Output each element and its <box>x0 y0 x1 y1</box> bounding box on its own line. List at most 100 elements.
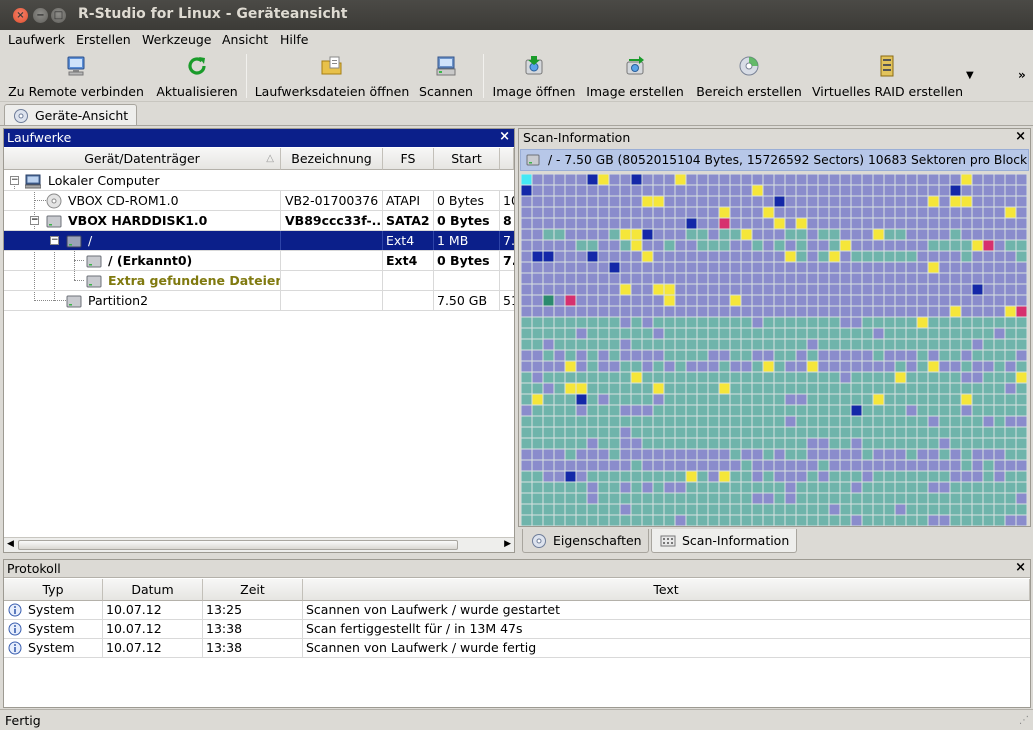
scan-block <box>972 460 983 471</box>
scan-block <box>543 460 554 471</box>
scan-block <box>994 460 1005 471</box>
scan-block <box>994 174 1005 185</box>
scan-block <box>598 251 609 262</box>
scan-block <box>818 350 829 361</box>
scan-block <box>543 273 554 284</box>
column-header-fs[interactable]: FS <box>383 148 434 170</box>
scan-block <box>928 207 939 218</box>
scan-block <box>983 460 994 471</box>
drive-row-harddisk[interactable]: − VBOX HARDDISK1.0 VB89ccc33f-... SATA2 … <box>4 211 514 231</box>
scan-block-map[interactable] <box>521 174 1029 527</box>
create-image-button[interactable]: Image erstellen <box>584 54 686 100</box>
scan-block <box>675 482 686 493</box>
scan-block <box>521 515 532 526</box>
scan-block <box>928 405 939 416</box>
scan-block <box>598 339 609 350</box>
scan-block <box>686 218 697 229</box>
column-header-device[interactable]: Gerät/Datenträger △ <box>4 148 281 170</box>
scan-block <box>785 394 796 405</box>
open-drive-files-button[interactable]: Laufwerksdateien öffnen <box>254 54 410 100</box>
scan-block <box>642 438 653 449</box>
column-header-size[interactable] <box>500 148 514 170</box>
scan-block <box>609 317 620 328</box>
scan-block <box>994 383 1005 394</box>
scan-block <box>576 493 587 504</box>
scan-block <box>785 229 796 240</box>
scan-block <box>598 207 609 218</box>
connect-remote-button[interactable]: Zu Remote verbinden <box>6 54 146 100</box>
window-close-button[interactable]: × <box>13 8 28 23</box>
menu-werkzeuge[interactable]: Werkzeuge <box>142 32 212 47</box>
drive-row-cdrom[interactable]: VBOX CD-ROM1.0 VB2-01700376 ATAPI 0 Byte… <box>4 191 514 211</box>
scan-block <box>587 317 598 328</box>
log-column-time[interactable]: Zeit <box>203 579 303 601</box>
create-virtual-raid-button[interactable]: Virtuelles RAID erstellen <box>812 54 963 100</box>
scan-block <box>906 493 917 504</box>
scan-block <box>818 504 829 515</box>
scan-block <box>1005 273 1016 284</box>
scan-panel-close-icon[interactable]: × <box>1015 129 1026 144</box>
scan-block <box>565 372 576 383</box>
window-maximize-button[interactable]: □ <box>51 8 66 23</box>
scan-label: Scannen <box>419 84 473 99</box>
log-column-date[interactable]: Datum <box>103 579 203 601</box>
window-minimize-button[interactable]: − <box>33 8 48 23</box>
scan-block <box>840 427 851 438</box>
menu-laufwerk[interactable]: Laufwerk <box>8 32 65 47</box>
open-image-button[interactable]: Image öffnen <box>490 54 578 100</box>
drive-row-recognized[interactable]: / (Erkannt0) Ext4 0 Bytes 7. <box>4 251 514 271</box>
scan-block <box>895 306 906 317</box>
drive-row-extra-files[interactable]: Extra gefundene Dateien <box>4 271 514 291</box>
log-column-text[interactable]: Text <box>303 579 1030 601</box>
scan-block <box>928 273 939 284</box>
scan-block <box>730 372 741 383</box>
column-header-label[interactable]: Bezeichnung <box>281 148 383 170</box>
scan-block <box>653 306 664 317</box>
column-header-start[interactable]: Start <box>434 148 500 170</box>
log-row[interactable]: System 10.07.12 13:38 Scannen von Laufwe… <box>4 639 1030 658</box>
log-row[interactable]: System 10.07.12 13:25 Scannen von Laufwe… <box>4 601 1030 620</box>
tree-collapse-icon[interactable]: − <box>50 236 59 245</box>
scan-block <box>796 383 807 394</box>
drives-panel-close-icon[interactable]: × <box>499 129 510 144</box>
tab-geraete-ansicht[interactable]: Geräte-Ansicht <box>4 104 137 126</box>
log-column-type[interactable]: Typ <box>4 579 103 601</box>
scan-block <box>543 284 554 295</box>
menu-erstellen[interactable]: Erstellen <box>76 32 131 47</box>
scan-block <box>543 229 554 240</box>
tree-collapse-icon[interactable]: − <box>30 216 39 225</box>
refresh-button[interactable]: Aktualisieren <box>152 54 242 100</box>
drive-row-partition2[interactable]: Partition2 7.50 GB 51 <box>4 291 514 311</box>
tab-scan-information[interactable]: Scan-Information <box>651 529 797 553</box>
menu-ansicht[interactable]: Ansicht <box>222 32 268 47</box>
log-panel-close-icon[interactable]: × <box>1015 560 1026 575</box>
scan-block <box>653 229 664 240</box>
toolbar-overflow-icon[interactable]: » <box>1018 68 1026 82</box>
tree-collapse-icon[interactable]: − <box>10 176 19 185</box>
scan-button[interactable]: Scannen <box>416 54 476 100</box>
scan-block <box>653 262 664 273</box>
scan-block <box>708 262 719 273</box>
scan-block <box>708 229 719 240</box>
scan-block <box>554 471 565 482</box>
create-region-button[interactable]: Bereich erstellen <box>694 54 804 100</box>
resize-grip-icon[interactable]: ⋰ <box>1019 715 1029 726</box>
scan-block <box>774 229 785 240</box>
scan-block <box>950 284 961 295</box>
scan-block <box>840 262 851 273</box>
scrollbar-thumb[interactable] <box>18 540 458 550</box>
scan-block <box>620 185 631 196</box>
scroll-right-icon[interactable]: ▶ <box>504 539 511 549</box>
scan-block <box>708 350 719 361</box>
scan-block <box>554 416 565 427</box>
drive-row-root-partition[interactable]: − / Ext4 1 MB 7. <box>4 231 514 251</box>
log-row[interactable]: System 10.07.12 13:38 Scan fertiggestell… <box>4 620 1030 639</box>
horizontal-scrollbar[interactable]: ◀ ▶ <box>4 537 514 552</box>
scan-block <box>543 174 554 185</box>
drive-row-local-computer[interactable]: − Lokaler Computer <box>4 171 514 191</box>
tab-properties[interactable]: Eigenschaften <box>522 529 649 553</box>
scan-block <box>631 460 642 471</box>
menu-hilfe[interactable]: Hilfe <box>280 32 308 47</box>
toolbar-dropdown-icon[interactable]: ▼ <box>966 70 974 81</box>
scroll-left-icon[interactable]: ◀ <box>7 539 14 549</box>
